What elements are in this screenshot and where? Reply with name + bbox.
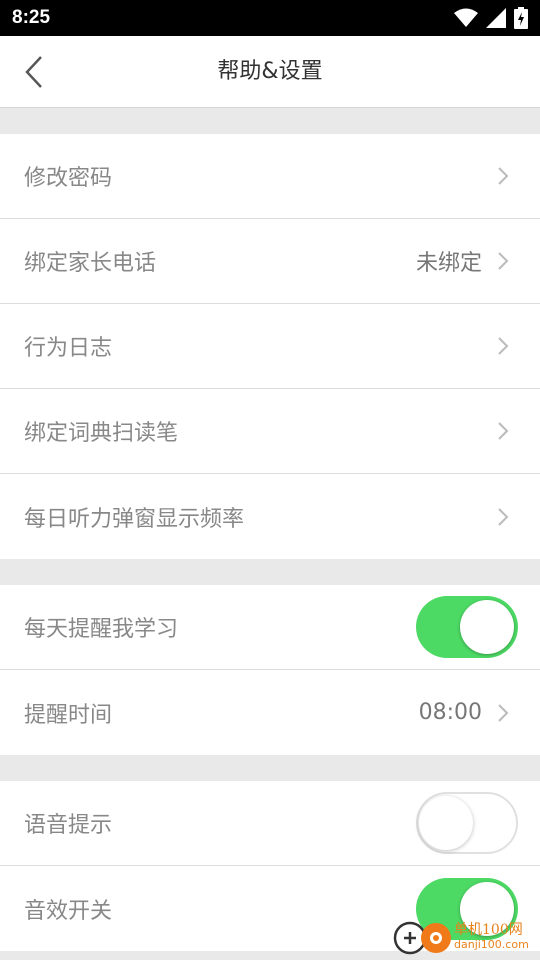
row-label: 绑定家长电话: [24, 251, 157, 276]
settings-row-bind-scan-pen[interactable]: 绑定词典扫读笔: [0, 389, 540, 474]
wifi-icon: [454, 8, 478, 27]
watermark-text: 单机100网 danji100.com: [454, 922, 529, 951]
settings-group-account: 修改密码 绑定家长电话 未绑定 行为日志 绑定词典扫读笔 每日听力弹窗显示频率: [0, 134, 540, 559]
status-time: 8:25: [12, 7, 51, 28]
status-bar: 8:25: [0, 0, 540, 36]
settings-row-voice-prompt: 语音提示: [0, 781, 540, 866]
toggle-knob: [460, 600, 514, 654]
settings-group-reminder: 每天提醒我学习 提醒时间 08:00: [0, 585, 540, 755]
watermark-logo-icon: [393, 921, 451, 955]
status-icons: [454, 7, 528, 29]
settings-row-bind-parent-phone[interactable]: 绑定家长电话 未绑定: [0, 219, 540, 304]
row-label: 音效开关: [24, 898, 113, 924]
row-label: 提醒时间: [24, 702, 113, 728]
settings-row-change-password[interactable]: 修改密码: [0, 134, 540, 219]
watermark: 单机100网 danji100.com: [392, 912, 540, 960]
reminder-time-value: 08:00: [418, 700, 482, 725]
row-label: 绑定词典扫读笔: [24, 421, 179, 446]
chevron-right-icon: [498, 167, 509, 185]
row-label: 行为日志: [24, 336, 113, 361]
chevron-right-icon: [498, 252, 509, 270]
row-label: 语音提示: [24, 813, 113, 838]
settings-row-daily-reminder: 每天提醒我学习: [0, 585, 540, 670]
bind-status-value: 未绑定: [415, 251, 482, 276]
settings-row-listening-popup-frequency[interactable]: 每日听力弹窗显示频率: [0, 474, 540, 559]
watermark-name: 单机100网: [454, 921, 523, 938]
chevron-right-icon: [498, 703, 509, 722]
voice-prompt-toggle[interactable]: [416, 792, 518, 854]
toggle-knob: [419, 796, 473, 850]
row-label: 每天提醒我学习: [24, 617, 179, 642]
chevron-right-icon: [498, 422, 509, 440]
signal-icon: [486, 8, 506, 28]
row-label: 每日听力弹窗显示频率: [24, 506, 245, 532]
app-header: 帮助&设置: [0, 36, 540, 108]
page-title: 帮助&设置: [217, 59, 323, 84]
daily-reminder-toggle[interactable]: [416, 596, 518, 658]
settings-row-behavior-log[interactable]: 行为日志: [0, 304, 540, 389]
battery-icon: [514, 7, 528, 29]
row-label: 修改密码: [24, 166, 113, 191]
chevron-right-icon: [498, 507, 509, 526]
chevron-right-icon: [498, 337, 509, 355]
watermark-url: danji100.com: [454, 937, 529, 951]
settings-row-reminder-time[interactable]: 提醒时间 08:00: [0, 670, 540, 755]
